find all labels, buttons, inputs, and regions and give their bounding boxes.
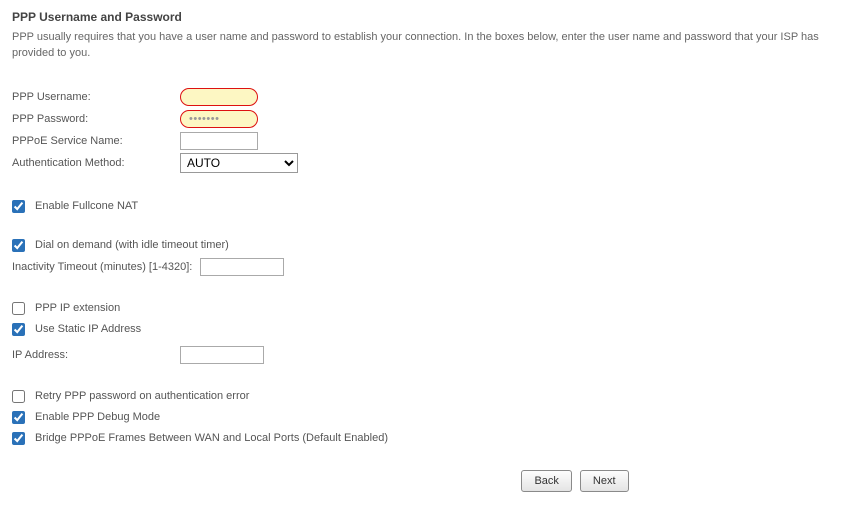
username-input[interactable] (180, 88, 258, 106)
ppp-ip-extension-checkbox[interactable] (12, 302, 25, 315)
ip-address-label: IP Address: (12, 349, 180, 361)
bridge-pppoe-label: Bridge PPPoE Frames Between WAN and Loca… (35, 432, 388, 444)
inactivity-timeout-input[interactable] (200, 258, 284, 276)
bridge-pppoe-checkbox[interactable] (12, 432, 25, 445)
back-button[interactable]: Back (521, 470, 571, 492)
retry-ppp-password-label: Retry PPP password on authentication err… (35, 390, 249, 402)
auth-method-label: Authentication Method: (12, 157, 180, 169)
password-input[interactable] (180, 110, 258, 128)
service-name-label: PPPoE Service Name: (12, 135, 180, 147)
auth-method-select[interactable]: AUTO (180, 153, 298, 173)
static-ip-checkbox[interactable] (12, 323, 25, 336)
ppp-debug-checkbox[interactable] (12, 411, 25, 424)
fullcone-nat-label: Enable Fullcone NAT (35, 200, 138, 212)
service-name-input[interactable] (180, 132, 258, 150)
dial-on-demand-label: Dial on demand (with idle timeout timer) (35, 239, 229, 251)
static-ip-label: Use Static IP Address (35, 323, 141, 335)
page-description: PPP usually requires that you have a use… (12, 30, 838, 62)
username-label: PPP Username: (12, 91, 180, 103)
retry-ppp-password-checkbox[interactable] (12, 390, 25, 403)
ppp-ip-extension-label: PPP IP extension (35, 302, 120, 314)
fullcone-nat-checkbox[interactable] (12, 200, 25, 213)
password-label: PPP Password: (12, 113, 180, 125)
dial-on-demand-checkbox[interactable] (12, 239, 25, 252)
page-title: PPP Username and Password (12, 10, 838, 24)
next-button[interactable]: Next (580, 470, 629, 492)
inactivity-timeout-label: Inactivity Timeout (minutes) [1-4320]: (12, 261, 194, 273)
ip-address-input[interactable] (180, 346, 264, 364)
ppp-debug-label: Enable PPP Debug Mode (35, 411, 160, 423)
